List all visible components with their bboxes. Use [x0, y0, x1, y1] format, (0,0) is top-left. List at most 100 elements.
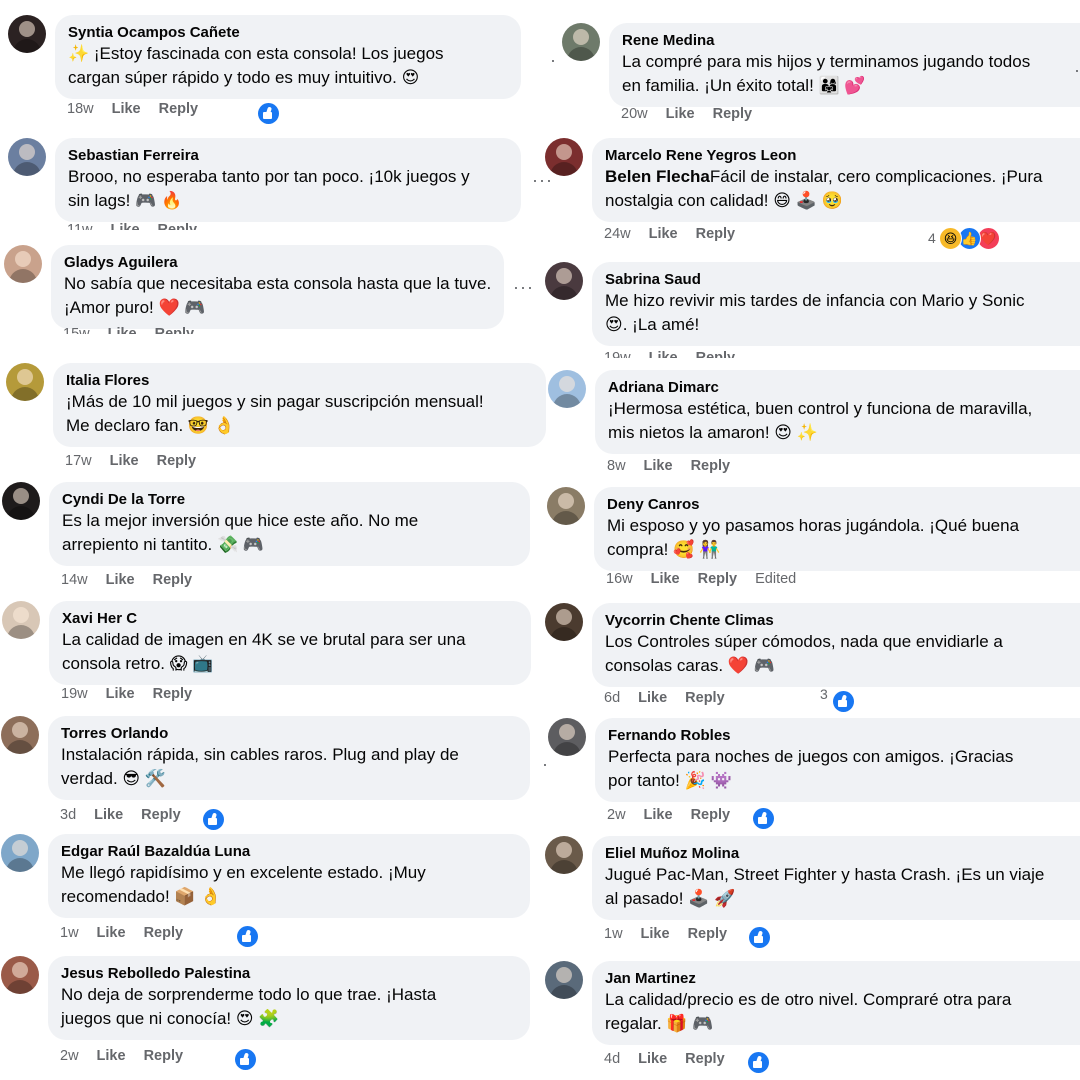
avatar[interactable]	[562, 23, 600, 61]
avatar[interactable]	[545, 138, 583, 176]
reply-button[interactable]: Reply	[698, 571, 738, 587]
reply-button[interactable]: Reply	[688, 926, 728, 942]
reply-button[interactable]: Reply	[141, 807, 181, 823]
avatar-head-shape	[556, 268, 572, 284]
avatar[interactable]	[2, 601, 40, 639]
more-options-icon[interactable]: ···	[513, 277, 534, 298]
like-button[interactable]: Like	[641, 926, 670, 942]
like-button[interactable]: Like	[106, 572, 135, 588]
like-button[interactable]: Like	[97, 1048, 126, 1064]
comment-timestamp[interactable]: 14w	[61, 572, 88, 588]
avatar[interactable]	[4, 245, 42, 283]
avatar[interactable]	[548, 718, 586, 756]
reply-button[interactable]: Reply	[685, 1051, 725, 1067]
reply-button[interactable]: Reply	[158, 222, 198, 230]
like-button[interactable]: Like	[644, 807, 673, 823]
reaction-count[interactable]: 4	[928, 230, 936, 246]
like-button[interactable]: Like	[106, 686, 135, 702]
comment-timestamp[interactable]: 2w	[607, 807, 626, 823]
commenter-name[interactable]: Torres Orlando	[61, 724, 518, 743]
commenter-name[interactable]: Deny Canros	[607, 495, 1080, 514]
reply-button[interactable]: Reply	[691, 458, 731, 474]
comment-timestamp[interactable]: 15w	[63, 326, 90, 334]
like-button[interactable]: Like	[666, 106, 695, 122]
reply-button[interactable]: Reply	[696, 226, 736, 242]
mentioned-user-link[interactable]: Belen Flecha	[605, 167, 710, 186]
reply-button[interactable]: Reply	[691, 807, 731, 823]
comment-timestamp[interactable]: 6d	[604, 690, 620, 706]
comment-timestamp[interactable]: 19w	[604, 350, 631, 358]
like-button[interactable]: Like	[638, 690, 667, 706]
comment-timestamp[interactable]: 17w	[65, 453, 92, 469]
reaction-count[interactable]: 3	[820, 686, 828, 702]
commenter-name[interactable]: Jan Martinez	[605, 969, 1080, 988]
comment-timestamp[interactable]: 3d	[60, 807, 76, 823]
avatar[interactable]	[547, 487, 585, 525]
comment-timestamp[interactable]: 1w	[604, 926, 623, 942]
avatar[interactable]	[1, 834, 39, 872]
like-button[interactable]: Like	[94, 807, 123, 823]
comment-timestamp[interactable]: 16w	[606, 571, 633, 587]
reply-button[interactable]: Reply	[153, 686, 193, 702]
comment-timestamp[interactable]: 8w	[607, 458, 626, 474]
commenter-name[interactable]: Vycorrin Chente Climas	[605, 611, 1080, 630]
edited-label[interactable]: Edited	[755, 571, 796, 587]
commenter-name[interactable]: Eliel Muñoz Molina	[605, 844, 1080, 863]
commenter-name[interactable]: Sabrina Saud	[605, 270, 1080, 289]
commenter-name[interactable]: Syntia Ocampos Cañete	[68, 23, 509, 42]
commenter-name[interactable]: Gladys Aguilera	[64, 253, 492, 272]
avatar[interactable]	[1, 956, 39, 994]
avatar[interactable]	[8, 15, 46, 53]
avatar[interactable]	[548, 370, 586, 408]
reply-button[interactable]: Reply	[144, 925, 184, 941]
like-button[interactable]: Like	[112, 101, 141, 117]
reply-button[interactable]: Reply	[685, 690, 725, 706]
more-options-icon[interactable]: ·	[1074, 60, 1080, 81]
comment-timestamp[interactable]: 20w	[621, 106, 648, 122]
like-button[interactable]: Like	[111, 222, 140, 230]
comment-timestamp[interactable]: 1w	[60, 925, 79, 941]
comment-timestamp[interactable]: 2w	[60, 1048, 79, 1064]
commenter-name[interactable]: Cyndi De la Torre	[62, 490, 518, 509]
commenter-name[interactable]: Adriana Dimarc	[608, 378, 1080, 397]
avatar[interactable]	[545, 262, 583, 300]
avatar[interactable]	[1, 716, 39, 754]
like-button[interactable]: Like	[97, 925, 126, 941]
comment-timestamp[interactable]: 24w	[604, 226, 631, 242]
reply-button[interactable]: Reply	[713, 106, 753, 122]
reply-button[interactable]: Reply	[159, 101, 199, 117]
avatar[interactable]	[545, 836, 583, 874]
comment-timestamp[interactable]: 11w	[67, 222, 93, 230]
reply-button[interactable]: Reply	[155, 326, 195, 334]
reply-button[interactable]: Reply	[144, 1048, 184, 1064]
avatar[interactable]	[6, 363, 44, 401]
avatar[interactable]	[2, 482, 40, 520]
commenter-name[interactable]: Marcelo Rene Yegros Leon	[605, 146, 1080, 165]
avatar[interactable]	[545, 603, 583, 641]
like-button[interactable]: Like	[110, 453, 139, 469]
commenter-name[interactable]: Jesus Rebolledo Palestina	[61, 964, 518, 983]
commenter-name[interactable]: Rene Medina	[622, 31, 1080, 50]
comment-timestamp[interactable]: 19w	[61, 686, 88, 702]
more-options-icon[interactable]: ·	[550, 50, 557, 71]
avatar[interactable]	[545, 961, 583, 999]
comment-timestamp[interactable]: 18w	[67, 101, 94, 117]
reply-button[interactable]: Reply	[696, 350, 736, 358]
like-button[interactable]: Like	[108, 326, 137, 334]
commenter-name[interactable]: Sebastian Ferreira	[68, 146, 509, 165]
more-options-icon[interactable]: ·	[542, 754, 549, 775]
commenter-name[interactable]: Xavi Her C	[62, 609, 519, 628]
commenter-name[interactable]: Edgar Raúl Bazaldúa Luna	[61, 842, 518, 861]
commenter-name[interactable]: Fernando Robles	[608, 726, 1080, 745]
like-button[interactable]: Like	[638, 1051, 667, 1067]
like-button[interactable]: Like	[649, 350, 678, 358]
like-button[interactable]: Like	[651, 571, 680, 587]
avatar[interactable]	[8, 138, 46, 176]
reply-button[interactable]: Reply	[153, 572, 193, 588]
reply-button[interactable]: Reply	[157, 453, 197, 469]
like-button[interactable]: Like	[644, 458, 673, 474]
commenter-name[interactable]: Italia Flores	[66, 371, 534, 390]
comment-timestamp[interactable]: 4d	[604, 1051, 620, 1067]
like-button[interactable]: Like	[649, 226, 678, 242]
comment-line: verdad. 😎 🛠️	[61, 767, 518, 791]
